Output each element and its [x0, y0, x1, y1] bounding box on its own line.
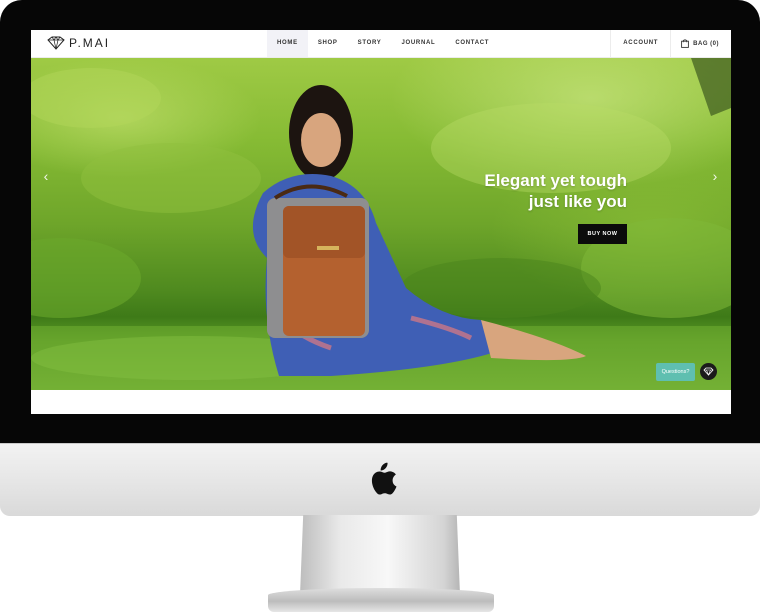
buy-now-button[interactable]: BUY NOW: [578, 224, 627, 244]
brand-name: P.MAI: [69, 36, 111, 50]
site-navbar: P.MAI HOME SHOP STORY JOURNAL CONTACT AC…: [31, 30, 731, 58]
questions-chat-button[interactable]: Questions?: [656, 363, 695, 381]
hero-banner: ‹ › Elegant yet tough just like you BUY …: [31, 58, 731, 390]
imac-foot: [268, 588, 494, 612]
carousel-prev-button[interactable]: ‹: [39, 168, 53, 184]
browser-screen: P.MAI HOME SHOP STORY JOURNAL CONTACT AC…: [31, 30, 731, 414]
shopping-bag-icon: [681, 39, 690, 48]
nav-contact[interactable]: CONTACT: [445, 30, 499, 57]
imac-stand: [300, 515, 460, 595]
carousel-next-button[interactable]: ›: [708, 168, 722, 184]
brand-logo[interactable]: P.MAI: [47, 36, 110, 50]
bag-button[interactable]: BAG (0): [671, 30, 731, 57]
nav-journal[interactable]: JOURNAL: [391, 30, 445, 57]
diamond-icon: [703, 367, 714, 376]
page-content-strip: [31, 390, 731, 414]
hero-headline: Elegant yet tough just like you: [484, 170, 627, 212]
diamond-logo-icon: [47, 36, 65, 50]
main-nav: HOME SHOP STORY JOURNAL CONTACT: [267, 30, 499, 57]
nav-shop[interactable]: SHOP: [308, 30, 348, 57]
nav-utilities: ACCOUNT BAG (0): [610, 30, 731, 57]
hero-title-line1: Elegant yet tough: [484, 171, 627, 190]
nav-home[interactable]: HOME: [267, 30, 308, 57]
nav-story[interactable]: STORY: [348, 30, 392, 57]
bag-count-label: BAG (0): [693, 40, 719, 47]
hero-title-line2: just like you: [528, 192, 627, 211]
chat-diamond-icon[interactable]: [700, 363, 717, 380]
apple-logo-icon: [371, 462, 397, 495]
account-link[interactable]: ACCOUNT: [610, 30, 672, 57]
